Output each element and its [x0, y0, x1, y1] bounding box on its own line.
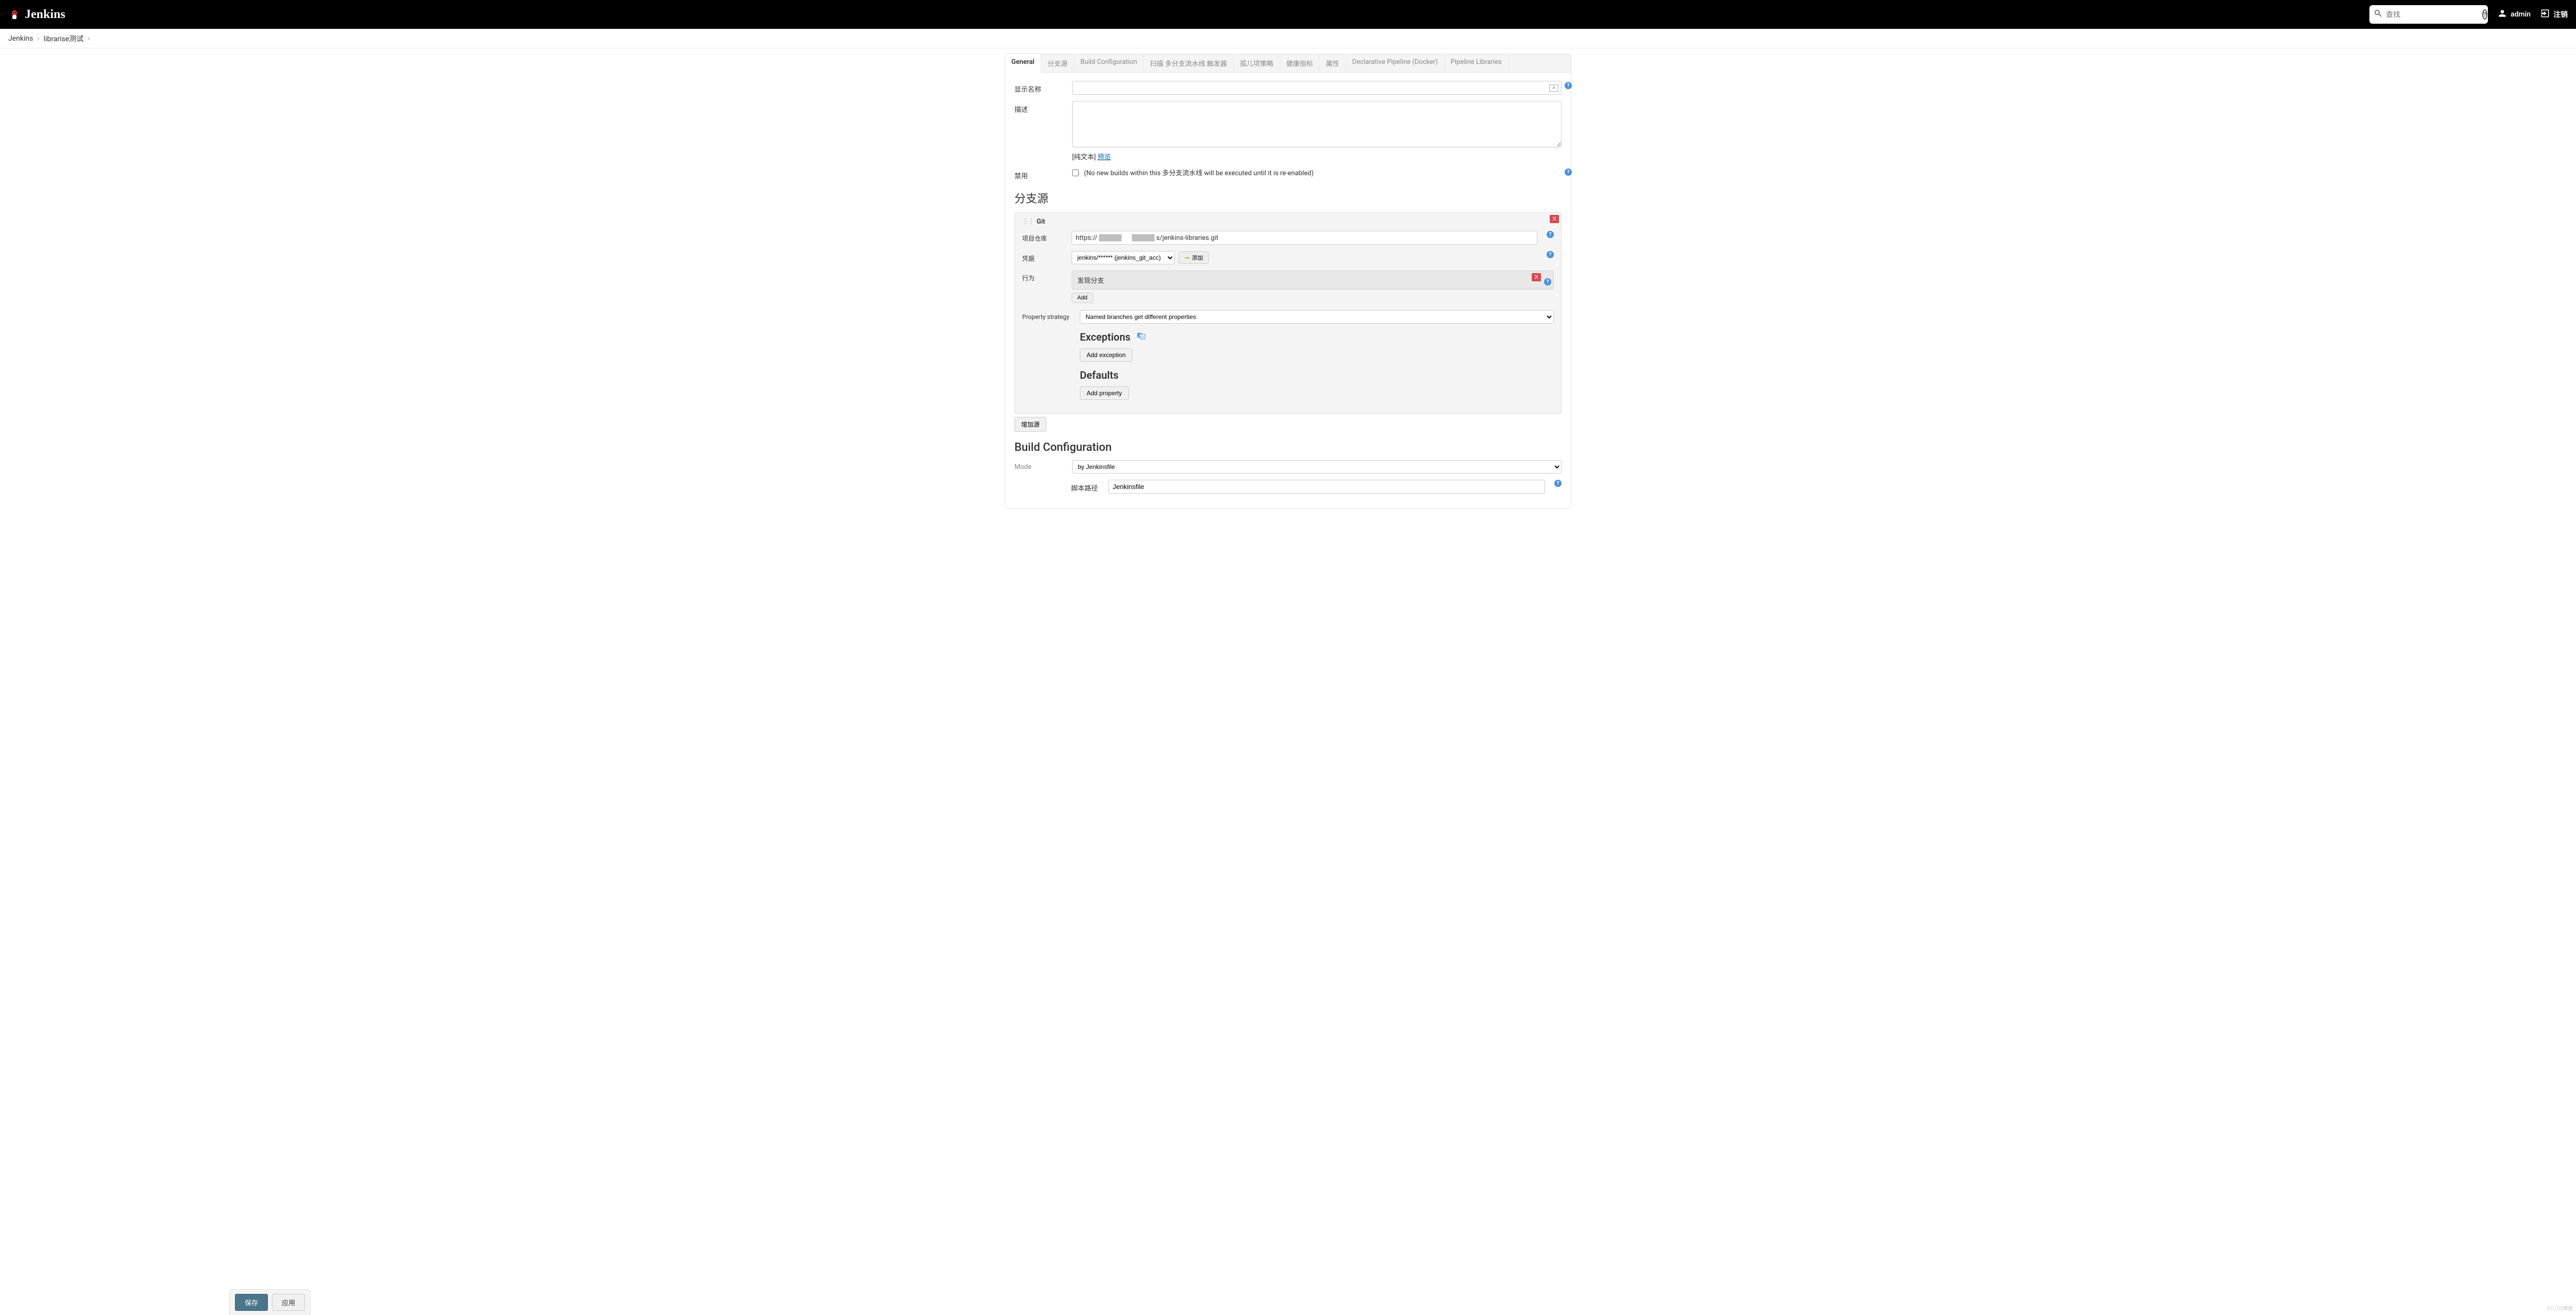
brand-text: Jenkins — [25, 8, 65, 22]
page: General 分支源 Build Configuration 扫描 多分支流水… — [0, 48, 2576, 550]
plaintext-label: [纯文本] — [1072, 154, 1097, 161]
add-source-button[interactable]: 增加源 — [1014, 417, 1046, 432]
top-bar: Jenkins ? admin 注销 — [0, 0, 2576, 29]
tab-scan-triggers[interactable]: 扫描 多分支流水线 触发器 — [1144, 54, 1233, 72]
save-bar: 保存 应用 — [229, 1289, 311, 1315]
script-path-label: 脚本路径 — [1071, 480, 1102, 493]
delete-behavior-button[interactable]: X — [1532, 273, 1541, 281]
translate-icon[interactable]: A — [1549, 85, 1558, 92]
row-disable: 禁用 (No new builds within this 多分支流水线 wil… — [1014, 167, 1562, 180]
add-property-button[interactable]: Add property — [1080, 386, 1129, 400]
row-description: 描述 [纯文本] 预览 — [1014, 101, 1562, 161]
translate-icon[interactable]: 文A — [1137, 331, 1146, 343]
source-type-label: Git — [1037, 218, 1045, 226]
property-strategy-label: Property strategy — [1022, 310, 1074, 321]
mode-label: Mode — [1014, 460, 1066, 471]
disable-hint: (No new builds within this 多分支流水线 will b… — [1084, 167, 1314, 177]
behavior-item: 发现分支 X ? — [1072, 271, 1554, 290]
logout-label: 注销 — [2553, 9, 2568, 20]
defaults-heading: Defaults — [1080, 369, 1554, 381]
disable-label: 禁用 — [1014, 167, 1066, 180]
row-mode: Mode by Jenkinsfile — [1014, 460, 1562, 474]
branch-sources-heading: 分支源 — [1014, 190, 1562, 206]
tab-health-metrics[interactable]: 健康指标 — [1280, 54, 1320, 72]
user-link[interactable]: admin — [2497, 8, 2531, 21]
row-property-strategy: Property strategy Named branches get dif… — [1022, 310, 1554, 400]
tab-pipeline-libraries[interactable]: Pipeline Libraries — [1445, 54, 1509, 72]
breadcrumb-item[interactable]: Jenkins — [8, 35, 33, 43]
add-exception-button[interactable]: Add exception — [1080, 348, 1132, 362]
search-box[interactable]: ? — [2369, 5, 2488, 24]
add-credentials-button[interactable]: ⊸ 添加 — [1179, 251, 1209, 264]
breadcrumb-item[interactable]: librarise测试 — [44, 33, 84, 44]
row-script-path: 脚本路径 ? — [1014, 480, 1562, 494]
jenkins-logo-link[interactable]: Jenkins — [8, 8, 65, 22]
watermark: 51CTO博客 — [2547, 1304, 2573, 1312]
mode-select[interactable]: by Jenkinsfile — [1072, 460, 1562, 474]
credentials-label: 凭据 — [1022, 251, 1065, 263]
delete-source-button[interactable]: X — [1550, 215, 1559, 223]
tab-branch-sources[interactable]: 分支源 — [1041, 54, 1074, 72]
row-repo: 项目仓库 https:// s/jenkins-libraries.git ? — [1022, 231, 1554, 245]
help-icon[interactable]: ? — [1565, 168, 1572, 176]
script-path-input[interactable] — [1108, 480, 1545, 494]
user-icon — [2497, 8, 2507, 21]
tab-declarative-pipeline[interactable]: Declarative Pipeline (Docker) — [1346, 54, 1445, 72]
disable-checkbox[interactable] — [1072, 170, 1079, 176]
tab-general[interactable]: General — [1005, 54, 1041, 73]
chevron-right-icon: › — [88, 35, 90, 43]
search-input[interactable] — [2386, 10, 2479, 19]
help-icon[interactable]: ? — [1544, 278, 1551, 285]
logout-link[interactable]: 注销 — [2540, 8, 2568, 21]
row-credentials: 凭据 jenkins/****** (jenkins_git_acc) ⊸ 添加… — [1022, 251, 1554, 264]
breadcrumb: Jenkins › librarise测试 › — [0, 29, 2576, 48]
apply-button[interactable]: 应用 — [272, 1294, 305, 1311]
property-strategy-select[interactable]: Named branches get different properties — [1080, 310, 1554, 324]
logout-icon — [2540, 8, 2550, 21]
description-label: 描述 — [1014, 101, 1066, 114]
save-button[interactable]: 保存 — [235, 1294, 268, 1311]
chevron-right-icon: › — [37, 35, 39, 43]
behavior-name: 发现分支 — [1077, 275, 1104, 285]
row-behaviors: 行为 发现分支 X ? Add — [1022, 271, 1554, 303]
key-icon: ⊸ — [1184, 255, 1189, 261]
help-icon[interactable]: ? — [1547, 231, 1554, 238]
tab-build-config[interactable]: Build Configuration — [1074, 54, 1144, 72]
help-icon[interactable]: ? — [1547, 251, 1554, 258]
search-icon — [2374, 9, 2383, 20]
description-textarea[interactable] — [1072, 101, 1562, 147]
tab-orphan-strategy[interactable]: 孤儿项策略 — [1234, 54, 1280, 72]
add-behavior-button[interactable]: Add — [1072, 293, 1093, 303]
display-name-input[interactable] — [1072, 81, 1562, 95]
exceptions-heading: Exceptions 文A — [1080, 331, 1554, 343]
drag-handle-icon[interactable]: ⋮⋮ — [1022, 218, 1033, 226]
repo-input[interactable] — [1072, 231, 1537, 245]
preview-link[interactable]: 预览 — [1097, 154, 1111, 161]
display-name-label: 显示名称 — [1014, 81, 1066, 94]
build-config-heading: Build Configuration — [1014, 441, 1562, 454]
credentials-select[interactable]: jenkins/****** (jenkins_git_acc) — [1072, 251, 1175, 264]
help-icon[interactable]: ? — [1554, 480, 1562, 487]
search-help-icon[interactable]: ? — [2482, 9, 2487, 20]
user-name: admin — [2511, 10, 2531, 19]
behaviors-label: 行为 — [1022, 271, 1065, 282]
tab-properties[interactable]: 属性 — [1320, 54, 1346, 72]
config-panel: General 分支源 Build Configuration 扫描 多分支流水… — [1005, 54, 1571, 509]
svg-text:A: A — [1142, 335, 1144, 339]
help-icon[interactable]: ? — [1565, 82, 1572, 89]
jenkins-logo-icon — [8, 8, 21, 21]
source-card-git: X ⋮⋮ Git 项目仓库 https:// s/jenkins — [1014, 212, 1562, 414]
repo-label: 项目仓库 — [1022, 231, 1065, 243]
row-display-name: 显示名称 A ? — [1014, 81, 1562, 95]
config-tabs: General 分支源 Build Configuration 扫描 多分支流水… — [1005, 54, 1571, 73]
